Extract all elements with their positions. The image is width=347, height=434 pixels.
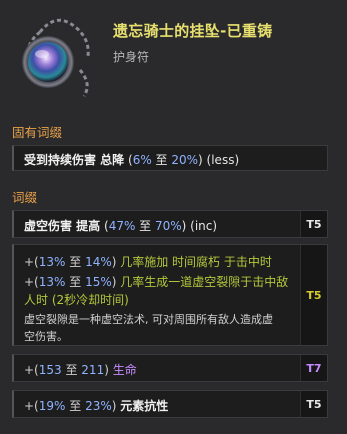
affix-2-line-3: 人时 (2秒冷却时间) bbox=[24, 293, 129, 307]
implicit-section-label: 固有词缀 bbox=[12, 125, 63, 140]
affix-row-4: +(19% 至 23%) 元素抗性 T5 bbox=[12, 390, 328, 418]
affix-text-4: +(19% 至 23%) 元素抗性 bbox=[24, 399, 169, 413]
affix-text-3: +(153 至 211) 生命 bbox=[24, 363, 137, 377]
amulet-icon bbox=[22, 18, 90, 97]
affix-2-description-1: 虚空裂隙是一种虚空法术, 可对周围所有敌人造成虚 bbox=[24, 313, 273, 326]
affix-text-1: 虚空伤害 提高 (47% 至 70%) (inc) bbox=[24, 219, 218, 233]
item-header: 遗忘骑士的挂坠-已重铸 护身符 bbox=[0, 0, 347, 108]
tier-badge-4: T5 bbox=[300, 391, 327, 417]
affix-row-3: +(153 至 211) 生命 T7 bbox=[12, 354, 328, 382]
affix-row-1: 虚空伤害 提高 (47% 至 70%) (inc) T5 bbox=[12, 210, 328, 238]
affix-section-label: 词缀 bbox=[12, 190, 38, 205]
implicit-affix-text: 受到持续伤害 总降 (6% 至 20%) (less) bbox=[24, 153, 240, 167]
tier-badge-3: T7 bbox=[300, 355, 327, 381]
tier-badge-2: T5 bbox=[300, 245, 327, 345]
item-type: 护身符 bbox=[113, 50, 150, 64]
affix-2-description-2: 空伤害。 bbox=[24, 330, 68, 343]
tier-badge-1: T5 bbox=[300, 211, 327, 237]
affix-2-line-2: +(13% 至 15%) 几率生成一道虚空裂隙于击中敌 bbox=[24, 275, 289, 289]
implicit-affix-row: 受到持续伤害 总降 (6% 至 20%) (less) bbox=[12, 145, 328, 171]
affix-row-2: +(13% 至 14%) 几率施加 时间腐朽 于击中时 +(13% 至 15%)… bbox=[12, 244, 328, 346]
affix-2-line-1: +(13% 至 14%) 几率施加 时间腐朽 于击中时 bbox=[24, 255, 272, 269]
item-name: 遗忘骑士的挂坠-已重铸 bbox=[113, 22, 273, 40]
